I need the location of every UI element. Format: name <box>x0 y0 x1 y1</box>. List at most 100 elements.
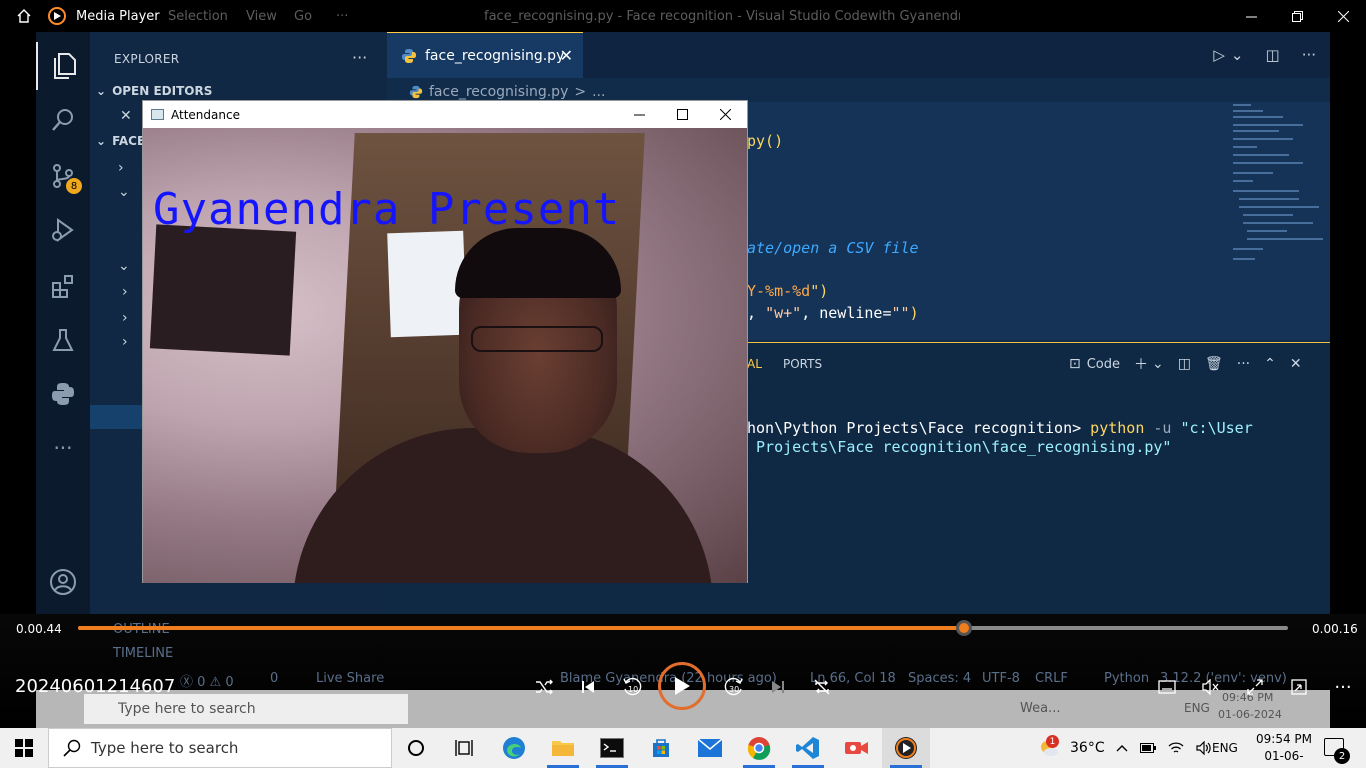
editor-tabbar: face_recognising.py ✕ ▷ ⌄ ◫ ··· <box>387 32 1330 78</box>
taskbar-terminal[interactable] <box>588 728 636 768</box>
ghost-status-ports: 0 <box>270 671 279 686</box>
media-player-titlebar: Media Player Selection View Go ··· face_… <box>0 0 1366 32</box>
open-editors-section: ⌄ OPEN EDITORS <box>96 84 212 98</box>
mini-player-button[interactable] <box>1282 670 1316 704</box>
more-options-button[interactable]: ··· <box>1326 670 1360 704</box>
repeat-button[interactable] <box>805 670 839 704</box>
play-button[interactable] <box>658 662 706 710</box>
taskbar-edge[interactable] <box>490 728 538 768</box>
system-tray <box>1116 728 1212 768</box>
person-glasses <box>471 326 603 352</box>
python-file-icon <box>402 48 416 63</box>
face-section-label: FACE <box>112 134 146 148</box>
code-token: , newline= <box>801 304 892 322</box>
close-tab-icon: ✕ <box>559 46 573 65</box>
shuffle-icon <box>536 679 553 695</box>
taskbar-store[interactable] <box>637 728 685 768</box>
weather-widget[interactable]: 1 36°C <box>1038 728 1105 768</box>
more-icon: ··· <box>1236 356 1251 372</box>
beaker-icon <box>52 329 74 351</box>
window-controls <box>1228 0 1366 32</box>
seek-progress <box>78 626 964 630</box>
total-time: 0.00.16 <box>1312 622 1358 636</box>
player-controls: OUTLINE TIMELINE Ⓧ 0 ⚠ 0 0 Live Share Bl… <box>0 614 1366 728</box>
forward-30-icon: 30 <box>724 677 743 696</box>
mute-button[interactable] <box>1194 670 1228 704</box>
fullscreen-button[interactable] <box>1238 670 1272 704</box>
attendance-close-button[interactable] <box>704 101 747 128</box>
minimize-button[interactable] <box>1228 0 1274 32</box>
taskbar-media-player[interactable] <box>882 728 930 768</box>
ghost-taskbar-search: Type here to search <box>84 694 408 724</box>
taskbar-file-explorer[interactable] <box>539 728 587 768</box>
folder-icon <box>552 741 574 756</box>
language-label: ENG <box>1212 741 1238 755</box>
attendance-window-controls <box>618 101 747 128</box>
home-icon <box>17 9 31 23</box>
forward-seconds: 30 <box>729 685 739 694</box>
run-icon: ▷ <box>1213 46 1225 64</box>
chevron-down-icon: ⌄ <box>96 84 107 98</box>
taskbar-search-box[interactable]: Type here to search <box>48 728 392 768</box>
task-view-button[interactable] <box>440 728 488 768</box>
media-file-name: 20240601214607 <box>15 676 176 697</box>
attendance-title: Attendance <box>171 107 240 122</box>
media-player-icon <box>895 737 917 759</box>
start-button[interactable] <box>0 728 48 768</box>
tab-label: face_recognising.py <box>425 47 565 64</box>
search-icon <box>63 739 81 757</box>
battery-icon[interactable] <box>1140 743 1156 753</box>
seek-bar[interactable] <box>78 620 1288 636</box>
chevron-up-icon[interactable] <box>1116 744 1128 752</box>
chevron-right-icon: › <box>122 284 128 300</box>
volume-icon[interactable] <box>1196 741 1212 755</box>
python-file-icon <box>409 85 423 99</box>
seek-thumb[interactable] <box>955 620 972 636</box>
taskbar-camera[interactable] <box>833 728 881 768</box>
language-indicator[interactable]: ENG <box>1212 728 1238 768</box>
code-token: ) <box>909 304 919 322</box>
terminal-line: Projects\Face recognition\face_recognisi… <box>747 438 1172 456</box>
vscode-activity-bar: 8 ··· <box>36 32 90 614</box>
next-button[interactable] <box>761 670 795 704</box>
shuffle-button[interactable] <box>527 670 561 704</box>
code-token: ") <box>810 282 829 300</box>
restore-button[interactable] <box>1274 0 1320 32</box>
chevron-up-icon: ⌃ <box>1264 356 1276 372</box>
wifi-icon[interactable] <box>1168 741 1184 755</box>
terminal-flag: -u <box>1144 419 1181 437</box>
fullscreen-icon <box>1247 679 1263 695</box>
captions-icon <box>1158 680 1176 694</box>
add-terminal-icon: ＋ <box>1134 357 1149 373</box>
chevron-down-icon: ⌄ <box>96 134 107 148</box>
breadcrumb-separator: > <box>574 84 587 100</box>
clock-time: 09:54 PM <box>1256 732 1312 746</box>
cortana-button[interactable] <box>392 728 440 768</box>
taskbar-chrome[interactable] <box>735 728 783 768</box>
taskbar-clock[interactable]: 09:54 PM 01-06-2024 <box>1252 731 1316 768</box>
rewind-button[interactable]: 10 <box>615 670 649 704</box>
chevron-down-icon: ⌄ <box>1152 356 1164 372</box>
chevron-right-icon: › <box>122 310 128 326</box>
terminal-path: hon\Python Projects\Face recognition> <box>747 419 1091 437</box>
store-icon <box>653 739 669 757</box>
forward-button[interactable]: 30 <box>717 670 751 704</box>
more-actions-icon: ··· <box>1301 46 1316 64</box>
close-icon <box>720 109 731 120</box>
ghost-command-center: face_recognising.py - Face recognition -… <box>484 8 960 24</box>
camera-icon <box>845 742 868 754</box>
attendance-maximize-button[interactable] <box>661 101 704 128</box>
recognition-label: Gyanendra Present <box>153 184 621 235</box>
captions-button[interactable] <box>1150 670 1184 704</box>
attendance-minimize-button[interactable] <box>618 101 661 128</box>
mini-player-icon <box>1291 679 1307 695</box>
rewind-seconds: 10 <box>628 685 638 694</box>
close-button[interactable] <box>1320 0 1366 32</box>
home-button[interactable] <box>0 0 48 32</box>
open-editors-label: OPEN EDITORS <box>112 84 213 98</box>
taskbar-mail[interactable] <box>686 728 734 768</box>
ghost-status-spaces: Spaces: 4 <box>908 671 972 686</box>
taskbar-vscode[interactable] <box>784 728 832 768</box>
previous-button[interactable] <box>571 670 605 704</box>
tab-face-recognising: face_recognising.py ✕ <box>387 32 583 78</box>
